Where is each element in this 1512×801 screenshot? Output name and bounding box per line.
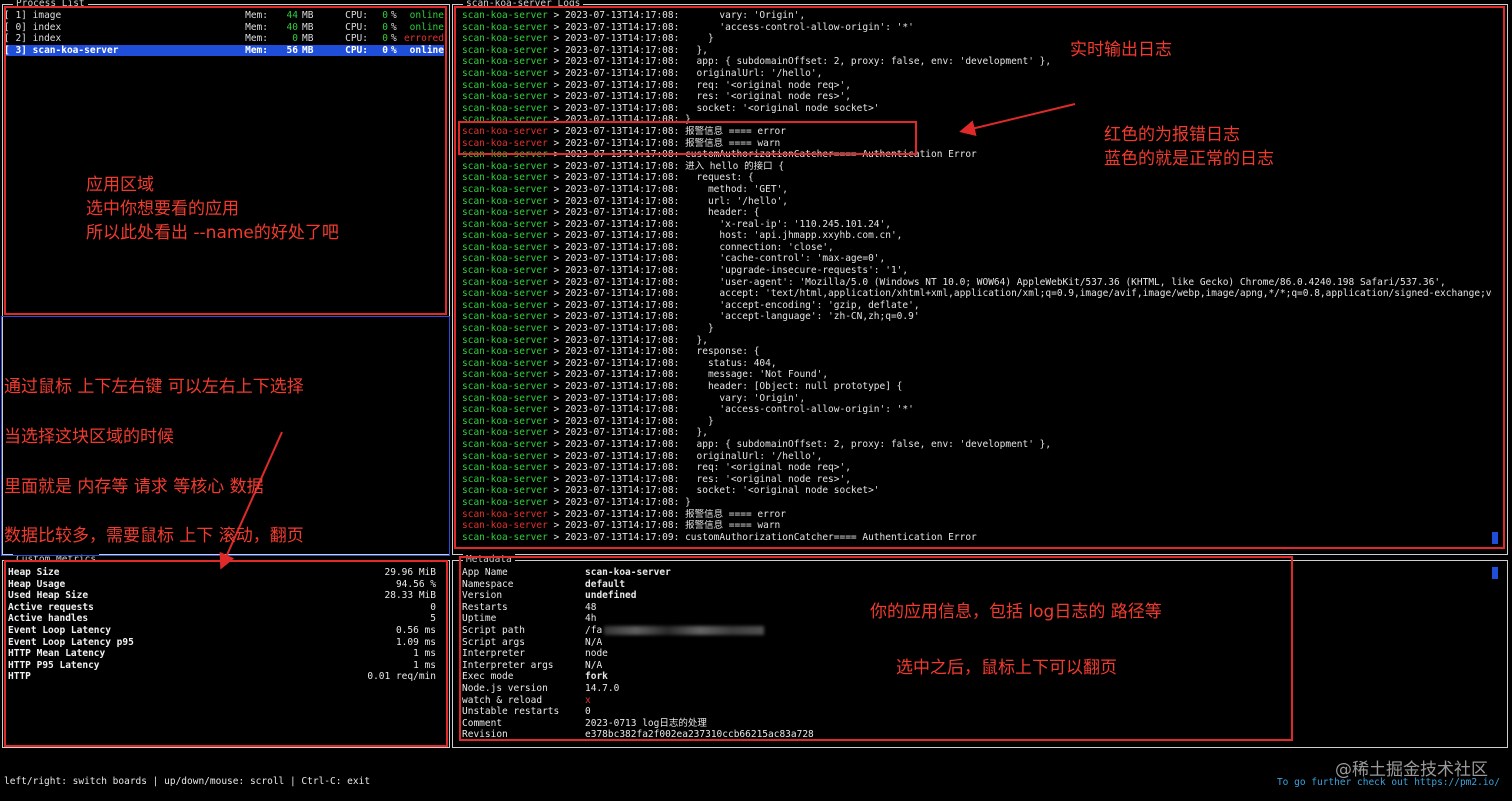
annotation-left-note-2: 当选择这块区域的时候: [4, 427, 174, 447]
annotation-app-area: 应用区域 选中你想要看的应用 所以此处看出 --name的好处了吧: [86, 175, 339, 243]
annotation-colors: 红色的为报错日志 蓝色的就是正常的日志: [1104, 125, 1274, 169]
annotation-left-note-4: 数据比较多，需要鼠标 上下 滚动，翻页: [4, 526, 304, 546]
keyboard-help: left/right: switch boards | up/down/mous…: [4, 776, 371, 787]
annotation-box-error-lines: [458, 121, 917, 155]
annotation-realtime: 实时输出日志: [1070, 40, 1172, 60]
annotation-box-metadata: [459, 556, 1293, 741]
annotation-box-logs: [454, 6, 1505, 549]
metadata-scrollbar-thumb[interactable]: [1492, 567, 1498, 579]
annotation-left-note-3: 里面就是 内存等 请求 等核心 数据: [4, 477, 264, 497]
watermark: @稀土掘金技术社区: [1335, 760, 1488, 780]
annotation-box-process-list: [4, 6, 447, 315]
annotation-left-note-1: 通过鼠标 上下左右键 可以左右上下选择: [4, 377, 304, 397]
annotation-meta-note-1: 你的应用信息，包括 log日志的 路径等: [870, 602, 1162, 622]
annotation-meta-note-2: 选中之后，鼠标上下可以翻页: [896, 658, 1117, 678]
annotation-box-metrics: [4, 560, 448, 747]
